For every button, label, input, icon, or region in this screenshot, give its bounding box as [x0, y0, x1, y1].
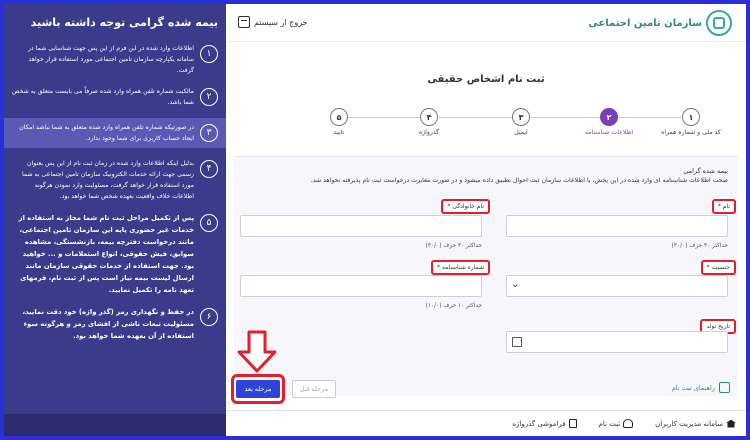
first-name-label: نام *: [711, 199, 736, 214]
note-item-5: ۵ پس از تکمیل مراحل ثبت نام شما مجاز به …: [12, 212, 218, 296]
step-3-number: ۳: [512, 108, 530, 126]
id-number-label: شماره شناسنامه *: [431, 260, 490, 275]
down-arrow-annotation-icon: [237, 330, 277, 373]
note-text-3: در صورتیکه شماره تلفن همراه وارد شده متع…: [19, 124, 194, 142]
step-1-number: ۱: [682, 108, 700, 126]
note-item-1: ۱ اطلاعات وارد شده در این فرم از این پس …: [12, 43, 218, 76]
gender-label: جنسیت *: [700, 260, 736, 275]
main-content: سازمان تامین اجتماعی خروج از سیستم ثبت ن…: [226, 4, 746, 436]
guide-icon: [719, 382, 730, 393]
note-number-2: ۲: [200, 88, 218, 106]
calendar-icon: [512, 337, 522, 347]
step-4-label: گذرواژه: [418, 129, 440, 136]
birth-date-input[interactable]: [506, 331, 728, 353]
note-item-3: ۳ در صورتیکه شماره تلفن همراه وارد شده م…: [4, 118, 226, 148]
note-number-1: ۱: [200, 45, 218, 63]
users-icon: [623, 419, 634, 428]
screenshot-frame: بیمه شده گرامی توجه داشته باشید ۱ اطلاعا…: [0, 0, 750, 440]
guide-label: راهنمای ثبت نام: [671, 383, 715, 392]
org-name: سازمان تامین اجتماعی: [588, 17, 702, 29]
form-note-title: بیمه شده گرامی: [683, 167, 728, 175]
identity-form: بیمه شده گرامی صحت اطلاعات شناسنامه ای و…: [234, 156, 738, 396]
step-5-label: تایید: [333, 129, 345, 136]
footer-item-forgot-password[interactable]: فراموشی گذرواژه: [512, 419, 577, 428]
last-name-input[interactable]: [240, 215, 482, 237]
id-number-hint: حداکثر ۱۰ حرف (۱۰/۰): [425, 303, 482, 309]
logout-button[interactable]: خروج از سیستم: [238, 16, 308, 28]
step-5: ۵ تایید: [304, 108, 374, 136]
step-4: ۴ گذرواژه: [394, 108, 464, 136]
footer-item-label: ثبت نام: [598, 419, 621, 428]
page-title: ثبت نام اشخاص حقیقی: [427, 74, 545, 85]
registration-stepper: ۱ کد ملی و شماره همراه ۲ اطلاعات شناسنام…: [318, 108, 726, 142]
note-number-3: ۳: [200, 124, 218, 142]
step-5-number: ۵: [330, 108, 348, 126]
footer-item-label: فراموشی گذرواژه: [512, 419, 566, 428]
note-text-5: پس از تکمیل مراحل ثبت نام شما مجاز به اس…: [18, 214, 194, 294]
sidebar-footer-strip: [4, 414, 226, 436]
home-icon: [726, 419, 736, 428]
step-1: ۱ کد ملی و شماره همراه: [656, 108, 726, 136]
note-item-2: ۲ مالکیت شماره تلفن همراه وارد شده صرفاً…: [12, 86, 218, 108]
step-4-number: ۴: [420, 108, 438, 126]
gender-select[interactable]: ⌄: [506, 275, 728, 297]
step-2-active: ۲ اطلاعات شناسنامه: [574, 108, 644, 136]
note-number-5: ۵: [200, 214, 218, 232]
logout-icon: [238, 16, 250, 28]
next-step-button[interactable]: مرحله بعد: [236, 380, 280, 398]
note-text-6: در حفظ و نگهداری رمز (گذر واژه) خود دقت …: [22, 308, 195, 340]
logo-icon: [706, 10, 732, 36]
step-3: ۳ ایمیل: [486, 108, 556, 136]
step-1-label: کد ملی و شماره همراه: [661, 129, 721, 136]
sidebar-title: بیمه شده گرامی توجه داشته باشید: [30, 16, 218, 29]
first-name-input[interactable]: [506, 215, 728, 237]
prev-step-button[interactable]: مرحله قبل: [292, 380, 336, 398]
footer-item-user-management[interactable]: سامانه مدیریت کاربران: [655, 419, 736, 428]
form-note-text: صحت اطلاعات شناسنامه ای وارد شده در این …: [310, 177, 728, 184]
info-sidebar: بیمه شده گرامی توجه داشته باشید ۱ اطلاعا…: [4, 4, 226, 436]
step-2-number: ۲: [600, 108, 618, 126]
logout-label: خروج از سیستم: [254, 17, 308, 27]
id-number-input[interactable]: [240, 275, 482, 297]
top-bar: سازمان تامین اجتماعی خروج از سیستم: [226, 4, 746, 42]
note-text-2: مالکیت شماره تلفن همراه وارد شده صرفاً م…: [12, 88, 194, 106]
step-2-label: اطلاعات شناسنامه: [584, 129, 634, 136]
last-name-hint: حداکثر ۳۰ حرف (۳۰/۰): [425, 243, 482, 249]
lock-icon: [568, 419, 577, 428]
note-text-1: اطلاعات وارد شده در این فرم از این پس جه…: [27, 45, 194, 74]
org-logo: سازمان تامین اجتماعی: [588, 10, 732, 36]
note-text-4: بدلیل اینکه اطلاعات وارد شده در زمان ثبت…: [21, 160, 194, 200]
note-number-6: ۶: [200, 308, 218, 326]
chevron-down-icon: ⌄: [511, 279, 520, 290]
note-number-4: ۴: [200, 160, 218, 178]
last-name-label: نام خانوادگی *: [441, 199, 490, 214]
note-item-6: ۶ در حفظ و نگهداری رمز (گذر واژه) خود دق…: [12, 306, 218, 342]
footer-nav: سامانه مدیریت کاربران ثبت نام فراموشی گذ…: [226, 410, 746, 436]
footer-item-register[interactable]: ثبت نام: [599, 419, 634, 428]
step-3-label: ایمیل: [514, 129, 528, 136]
first-name-hint: حداکثر ۳۰ حرف (۳۰/۰): [671, 243, 728, 249]
footer-item-label: سامانه مدیریت کاربران: [655, 419, 723, 428]
note-item-4: ۴ بدلیل اینکه اطلاعات وارد شده در زمان ث…: [12, 158, 218, 202]
registration-guide-link[interactable]: راهنمای ثبت نام: [672, 382, 730, 393]
